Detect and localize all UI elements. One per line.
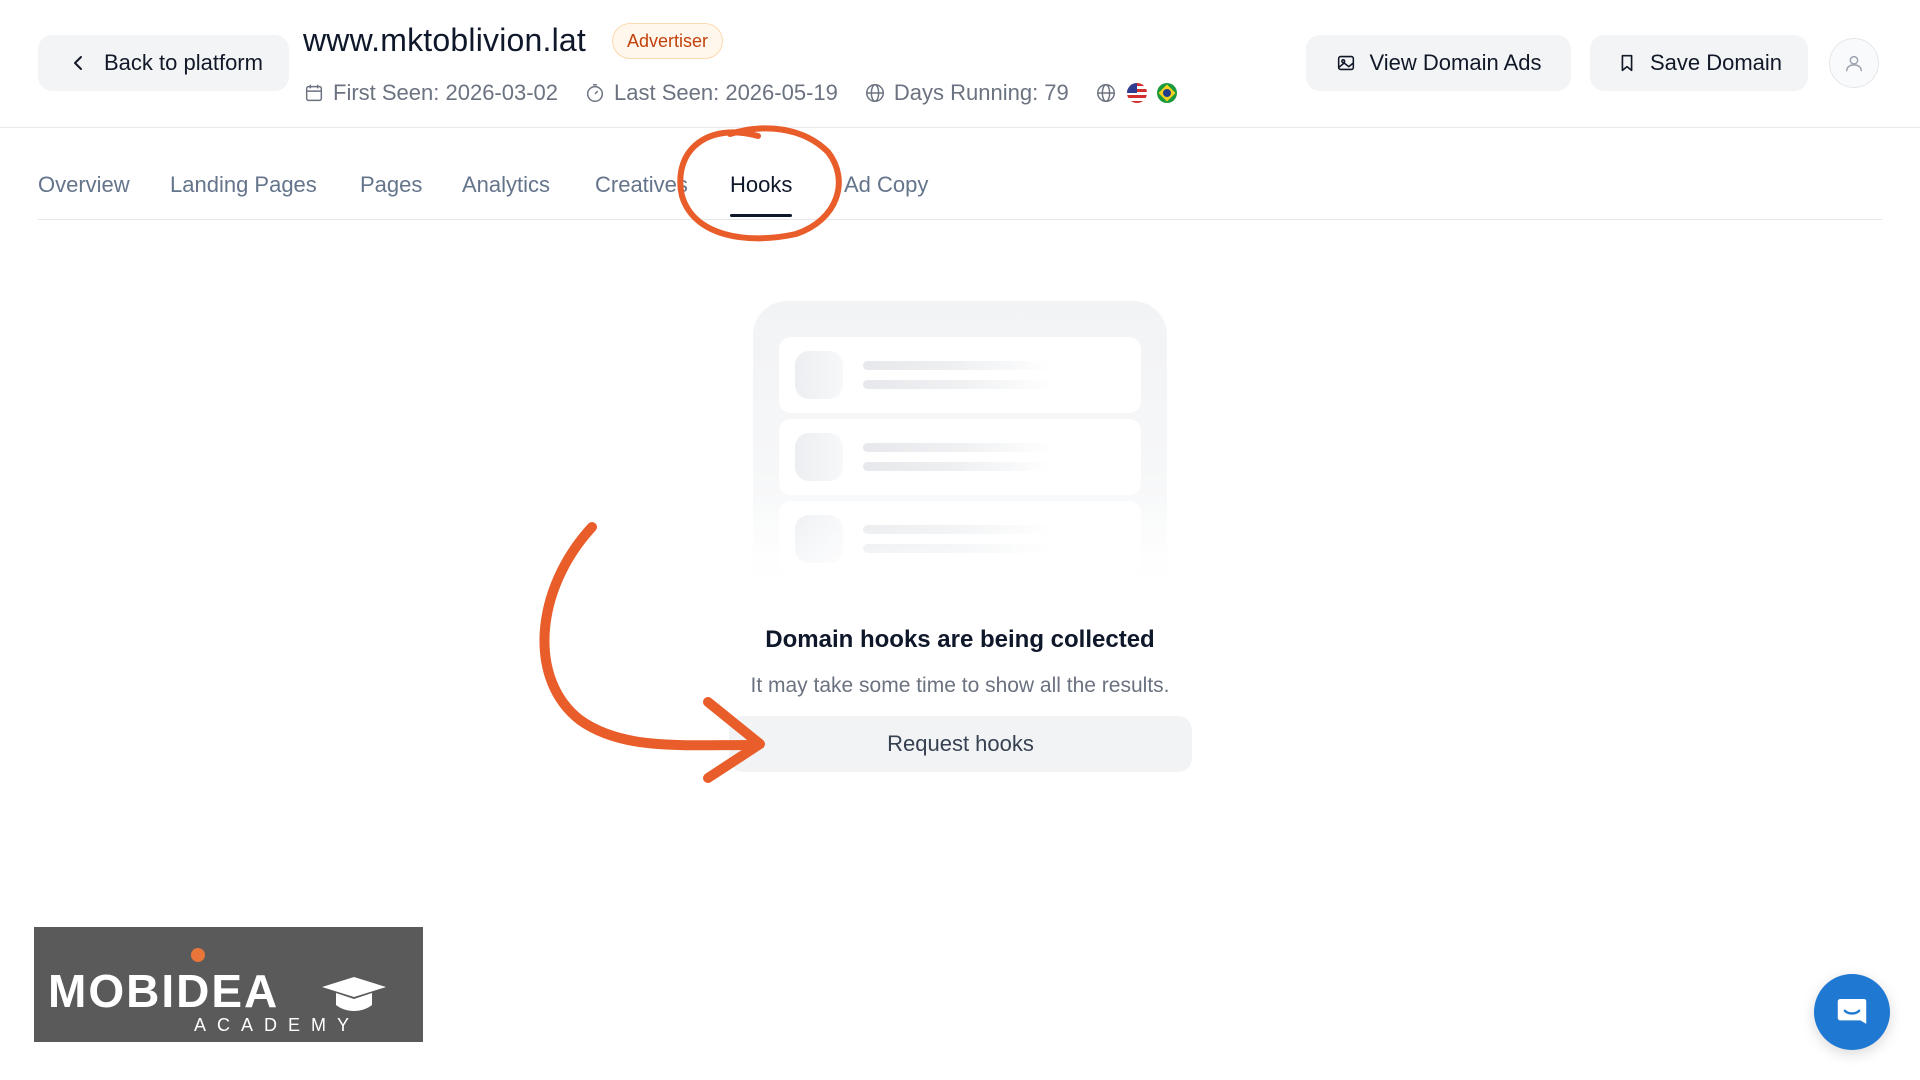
save-domain-button[interactable]: Save Domain [1590, 35, 1808, 91]
mobidea-academy-logo: MOBIDEA ACADEMY [34, 927, 423, 1042]
days-running-text: Days Running: 79 [893, 80, 1069, 105]
empty-state-subtitle: It may take some time to show all the re… [750, 674, 1170, 697]
user-icon [1845, 55, 1863, 72]
timer-icon [586, 84, 604, 102]
domain-title: www.mktoblivion.lat [303, 22, 587, 58]
advertiser-badge: Advertiser [612, 23, 724, 59]
tab-overview[interactable]: Overview [38, 172, 130, 198]
logo-tagline: ACADEMY [194, 1015, 360, 1035]
view-ads-label: View Domain Ads [1369, 50, 1542, 75]
user-avatar[interactable] [1829, 38, 1879, 88]
chat-launcher-button[interactable] [1814, 974, 1890, 1050]
chat-icon [1837, 998, 1867, 1024]
globe-icon [1096, 84, 1115, 102]
image-icon [1338, 55, 1355, 71]
domain-meta: First Seen: 2026-03-02 Last Seen: 2026-0… [303, 80, 1177, 106]
request-hooks-button[interactable]: Request hooks [729, 716, 1192, 772]
back-to-platform-button[interactable]: Back to platform [38, 35, 289, 91]
tab-analytics[interactable]: Analytics [462, 172, 550, 198]
calendar-icon [305, 84, 323, 102]
chevron-left-icon [74, 56, 82, 70]
days-running: Days Running: 79 [864, 80, 1069, 106]
tab-bar: Overview Landing Pages Pages Analytics C… [38, 150, 1882, 220]
globe-icon [865, 84, 884, 102]
logo-wordmark: MOBIDEA [48, 965, 279, 1017]
save-domain-label: Save Domain [1649, 50, 1783, 75]
tab-hooks[interactable]: Hooks [730, 172, 793, 217]
brazil-flag-icon [1156, 83, 1177, 103]
us-flag-icon [1126, 83, 1147, 103]
first-seen-text: First Seen: 2026-03-02 [333, 80, 559, 105]
last-seen: Last Seen: 2026-05-19 [584, 80, 838, 106]
view-domain-ads-button[interactable]: View Domain Ads [1306, 35, 1571, 91]
bookmark-icon [1621, 54, 1633, 72]
tab-creatives[interactable]: Creatives [595, 172, 688, 198]
empty-state-illustration [753, 301, 1167, 601]
page-header: Back to platform www.mktoblivion.lat Adv… [0, 0, 1920, 128]
country-flags [1095, 82, 1177, 104]
tab-pages[interactable]: Pages [360, 172, 422, 198]
tab-landing-pages[interactable]: Landing Pages [170, 172, 317, 198]
first-seen: First Seen: 2026-03-02 [303, 80, 558, 106]
placeholder-card [779, 419, 1141, 495]
tab-ad-copy[interactable]: Ad Copy [844, 172, 928, 198]
back-button-label: Back to platform [104, 50, 263, 75]
placeholder-card [779, 337, 1141, 413]
empty-state-title: Domain hooks are being collected [765, 626, 1155, 653]
last-seen-text: Last Seen: 2026-05-19 [614, 80, 838, 105]
